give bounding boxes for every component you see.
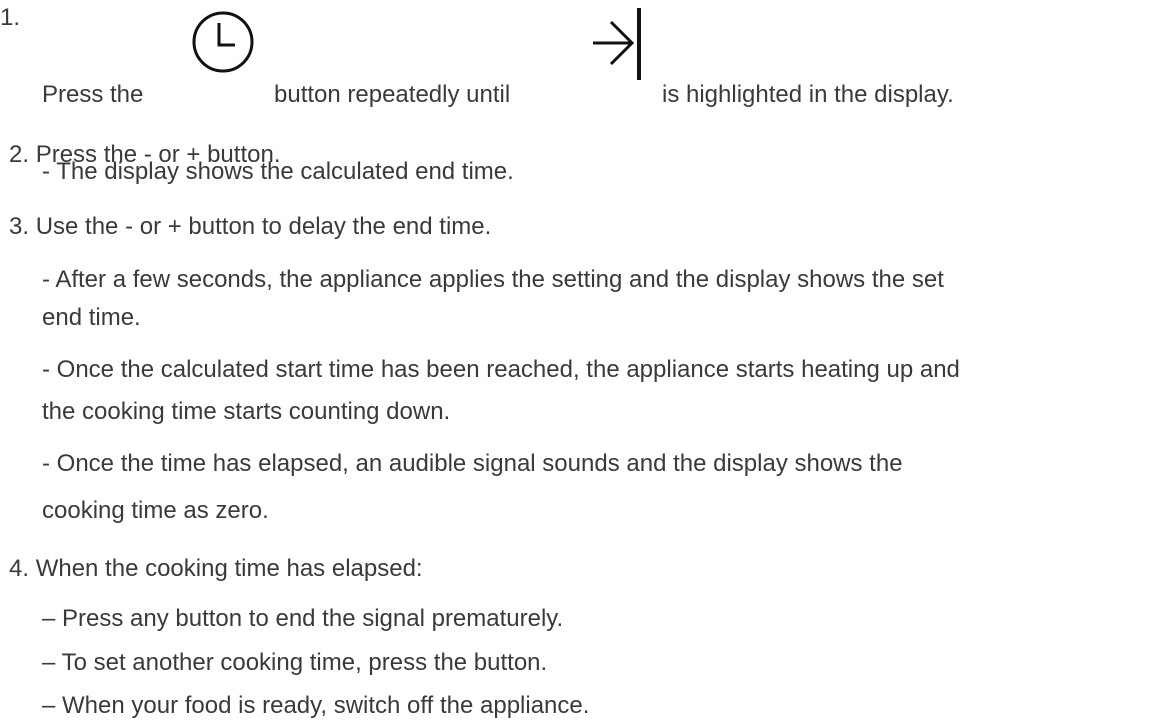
step-1-text-before-clock: Press the (42, 81, 144, 108)
step-4-bullet-2: – To set another cooking time, press the… (42, 649, 548, 676)
step-1-text-after: is highlighted in the display. (662, 81, 954, 108)
step-2-number: 2. (9, 141, 30, 168)
step-3-instruction: Use the - or + button to delay the end t… (35, 213, 492, 240)
step-2-note: - The display shows the calculated end t… (42, 158, 514, 185)
step-4-bullet-1: – Press any button to end the signal pre… (42, 605, 564, 632)
step-3-note-line-3: - Once the calculated start time has bee… (42, 356, 960, 383)
step-1-text-between: button repeatedly until (274, 81, 511, 108)
step-3-note-line-4: the cooking time starts counting down. (42, 398, 451, 425)
step-4-instruction: When the cooking time has elapsed: (35, 555, 423, 582)
step-3-text: 3. Use the - or + button to delay the en… (9, 213, 491, 241)
step-3-note-line-5: - Once the time has elapsed, an audible … (42, 450, 903, 477)
step-4-bullet-3: – When your food is ready, switch off th… (42, 692, 590, 719)
arrow-to-bar-icon (593, 8, 641, 80)
step-3-number: 3. (9, 213, 30, 240)
step-3-note-line-2: end time. (42, 304, 141, 331)
step-3-note-line-1: - After a few seconds, the appliance app… (42, 266, 944, 293)
step-4-number: 4. (9, 555, 30, 582)
clock-icon (192, 11, 254, 73)
step-4-text: 4. When the cooking time has elapsed: (9, 555, 423, 583)
step-3-note-line-6: cooking time as zero. (42, 497, 269, 524)
step-1-number: 1. (0, 4, 21, 31)
